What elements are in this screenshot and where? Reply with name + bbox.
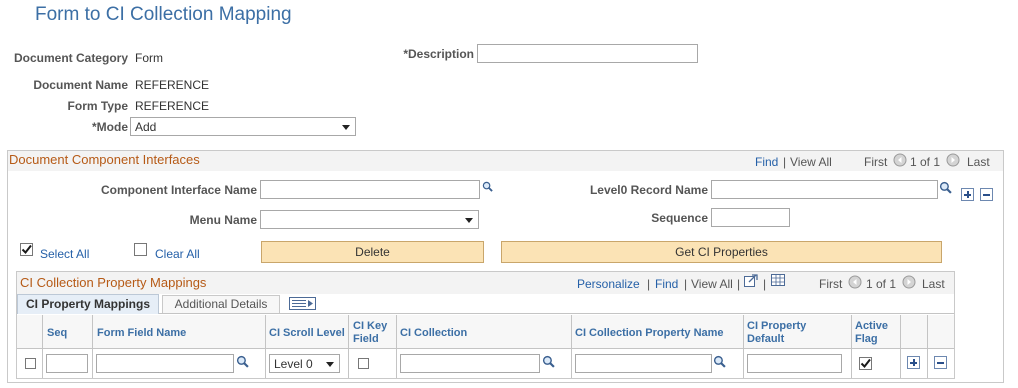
search-icon[interactable] [713,355,726,371]
column-header-seq[interactable]: Seq [47,327,67,340]
mode-label: *Mode [92,120,128,134]
dci-view-all[interactable]: View All [790,155,832,169]
add-row-icon[interactable] [907,356,920,369]
dci-separator: | [783,155,787,169]
cpm-separator: | [647,277,651,291]
level0-field[interactable] [711,180,938,199]
scroll-level-select[interactable]: Level 0 [269,354,340,373]
column-header-key-field-line2: Field [353,333,379,345]
column-header-property-default-line1: CI Property [747,320,807,332]
column-header-key-field[interactable]: CI Key Field [353,320,387,346]
cpm-count: 1 of 1 [866,277,897,291]
cpm-separator: | [737,277,741,291]
chevron-down-icon [465,218,473,223]
mode-value: Add [135,120,157,134]
chevron-down-icon [342,125,350,130]
select-all-link[interactable]: Select All [40,247,89,261]
column-header-active-flag-line1: Active [855,320,889,332]
description-label: *Description [403,47,474,61]
cpm-last: Last [922,277,945,291]
personalize-link[interactable]: Personalize [577,277,640,291]
delete-row-icon[interactable] [980,188,993,201]
cpm-title: CI Collection Property Mappings [20,275,207,290]
delete-button[interactable]: Delete [261,241,484,263]
select-all-icon[interactable] [20,243,33,259]
document-name-label: Document Name [33,78,128,92]
clear-all-icon[interactable] [134,243,147,259]
search-icon[interactable] [939,181,952,197]
dci-title: Document Component Interfaces [9,152,200,167]
ci-name-label: Component Interface Name [100,183,257,197]
dci-count: 1 of 1 [910,155,941,169]
column-header-form-field[interactable]: Form Field Name [97,327,186,340]
column-header-collection[interactable]: CI Collection [400,327,467,340]
previous-icon[interactable] [893,153,907,170]
dci-last: Last [967,155,990,169]
document-category-value: Form [135,51,163,65]
form-type-label: Form Type [67,99,128,113]
column-header-property-default[interactable]: CI Property Default [747,320,806,346]
cpm-find-link[interactable]: Find [655,277,678,291]
ci-property-name-field[interactable] [575,354,712,373]
ci-name-field[interactable] [260,180,480,199]
column-header-active-flag-line2: Flag [855,333,878,345]
sequence-label: Sequence [651,211,708,225]
level0-label: Level0 Record Name [589,183,708,197]
chevron-down-icon [326,362,334,367]
form-type-value: REFERENCE [135,99,210,113]
delete-row-icon[interactable] [934,356,947,369]
form-field-name-field[interactable] [96,354,234,373]
ci-collection-field[interactable] [400,354,540,373]
cpm-view-all[interactable]: View All [691,277,733,291]
document-category-label: Document Category [13,51,128,65]
dci-first: First [864,155,888,169]
sequence-field[interactable] [711,208,790,227]
previous-icon[interactable] [848,275,862,292]
active-flag-checkbox[interactable] [859,357,872,373]
clear-all-link[interactable]: Clear All [155,247,200,261]
row-select-checkbox[interactable] [25,358,36,369]
show-all-columns-icon[interactable] [289,297,316,313]
get-ci-properties-button[interactable]: Get CI Properties [501,241,942,263]
key-field-checkbox[interactable] [358,358,369,369]
column-header-active-flag[interactable]: Active Flag [855,320,888,346]
scroll-level-value: Level 0 [274,357,313,371]
next-icon[interactable] [902,275,916,292]
document-name-value: REFERENCE [135,78,210,92]
page-title: Form to CI Collection Mapping [35,4,292,25]
column-header-property-name[interactable]: CI Collection Property Name [575,327,724,340]
dci-find-link[interactable]: Find [755,155,778,169]
menu-name-select[interactable] [260,210,479,229]
search-icon[interactable] [236,355,249,371]
search-icon[interactable] [482,181,493,195]
column-header-key-field-line1: CI Key [353,320,388,332]
next-icon[interactable] [946,153,960,170]
description-field[interactable] [477,44,698,63]
seq-field[interactable] [46,354,88,373]
add-row-icon[interactable] [961,188,974,201]
new-window-icon[interactable] [744,274,758,290]
column-header-scroll-level[interactable]: CI Scroll Level [269,327,345,340]
cpm-separator: | [763,277,767,291]
download-grid-icon[interactable] [771,274,785,289]
search-icon[interactable] [542,355,555,371]
tab-ci-property-mappings[interactable]: CI Property Mappings [17,294,159,314]
mode-select[interactable]: Add [130,117,356,136]
menu-name-label: Menu Name [189,213,257,227]
cpm-first: First [819,277,843,291]
cpm-separator: | [684,277,688,291]
tab-additional-details[interactable]: Additional Details [162,295,280,313]
ci-property-default-field[interactable] [747,354,842,373]
column-header-property-default-line2: Default [747,333,785,345]
